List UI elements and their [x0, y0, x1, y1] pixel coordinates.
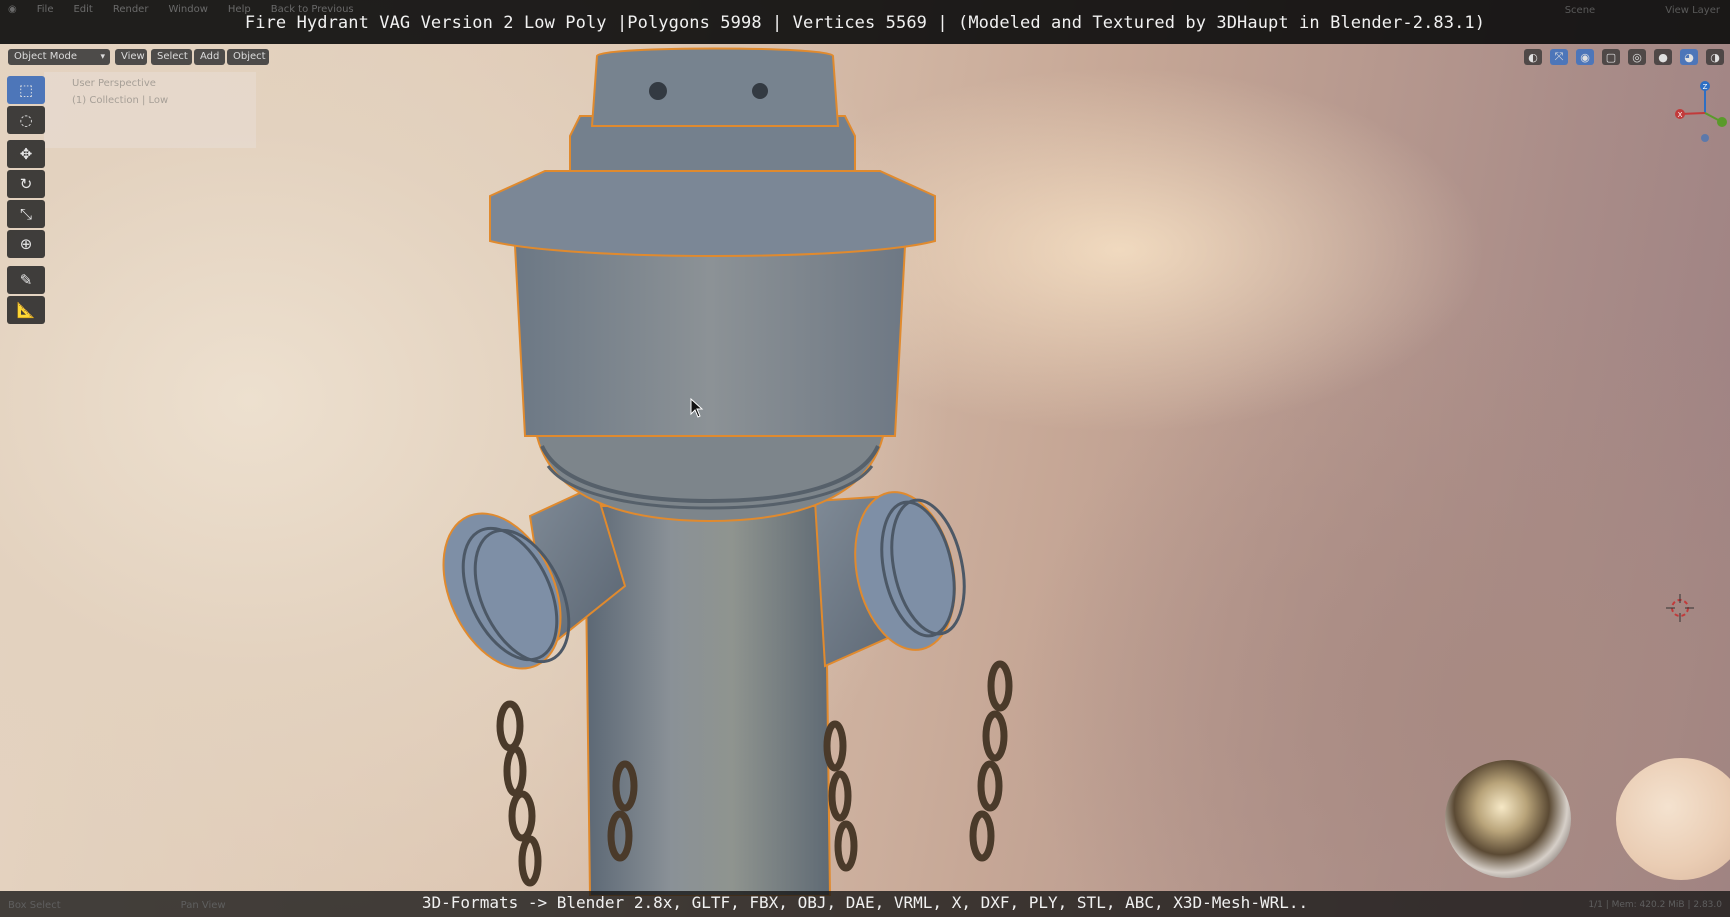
3d-cursor-icon[interactable] — [1666, 594, 1694, 622]
material-preview-shading-icon[interactable]: ◕ — [1680, 49, 1698, 65]
view-perspective-label: User Perspective — [72, 78, 156, 89]
object-menu-button[interactable]: Object — [227, 49, 269, 65]
matte-preview-sphere — [1616, 758, 1730, 880]
viewport-info-panel: User Perspective (1) Collection | Low — [44, 72, 256, 148]
scale-icon[interactable]: ⤡ — [7, 200, 45, 228]
fire-hydrant-model[interactable] — [430, 46, 1100, 896]
collection-label: (1) Collection | Low — [72, 95, 169, 106]
chevron-down-icon: ▾ — [100, 52, 105, 62]
cursor-icon[interactable]: ◌ — [7, 106, 45, 134]
rendered-shading-icon[interactable]: ◑ — [1706, 49, 1724, 65]
select-menu-button[interactable]: Select — [151, 49, 192, 65]
view-menu-button[interactable]: View — [115, 49, 147, 65]
transform-icon[interactable]: ⊕ — [7, 230, 45, 258]
video-title-overlay: Fire Hydrant VAG Version 2 Low Poly |Pol… — [244, 13, 1486, 33]
gizmo-x-label: X — [1678, 111, 1683, 119]
visibility-icon[interactable]: ◐ — [1524, 49, 1542, 65]
navigation-gizmo[interactable]: Z X — [1660, 78, 1730, 148]
mode-label: Object Mode — [14, 51, 77, 62]
top-bar: ◉ File Edit Render Window Help Back to P… — [0, 0, 1730, 44]
measure-icon[interactable]: 📐 — [7, 296, 45, 324]
rotate-icon[interactable]: ↻ — [7, 170, 45, 198]
object-mode-dropdown[interactable]: Object Mode ▾ — [8, 49, 110, 65]
right-chain — [823, 660, 1013, 872]
xray-icon[interactable]: ▢ — [1602, 49, 1620, 65]
right-outlet — [813, 491, 966, 668]
gizmo-z-label: Z — [1703, 83, 1708, 91]
select-box-icon[interactable]: ⬚ — [7, 76, 45, 104]
annotate-icon[interactable]: ✎ — [7, 266, 45, 294]
solid-shading-icon[interactable]: ● — [1654, 49, 1672, 65]
gizmo-toggle-icon[interactable]: ⤧ — [1550, 49, 1568, 65]
wireframe-shading-icon[interactable]: ◎ — [1628, 49, 1646, 65]
add-menu-button[interactable]: Add — [194, 49, 225, 65]
3d-viewport[interactable] — [0, 0, 1730, 917]
move-icon[interactable]: ✥ — [7, 140, 45, 168]
viewport-shading-controls: ◐ ⤧ ◉ ▢ ◎ ● ◕ ◑ — [1524, 46, 1730, 68]
mouse-pointer-icon — [690, 398, 704, 418]
video-footer-overlay: 3D-Formats -> Blender 2.8x, GLTF, FBX, O… — [421, 893, 1309, 912]
overlay-toggle-icon[interactable]: ◉ — [1576, 49, 1594, 65]
chrome-preview-sphere — [1445, 760, 1571, 878]
